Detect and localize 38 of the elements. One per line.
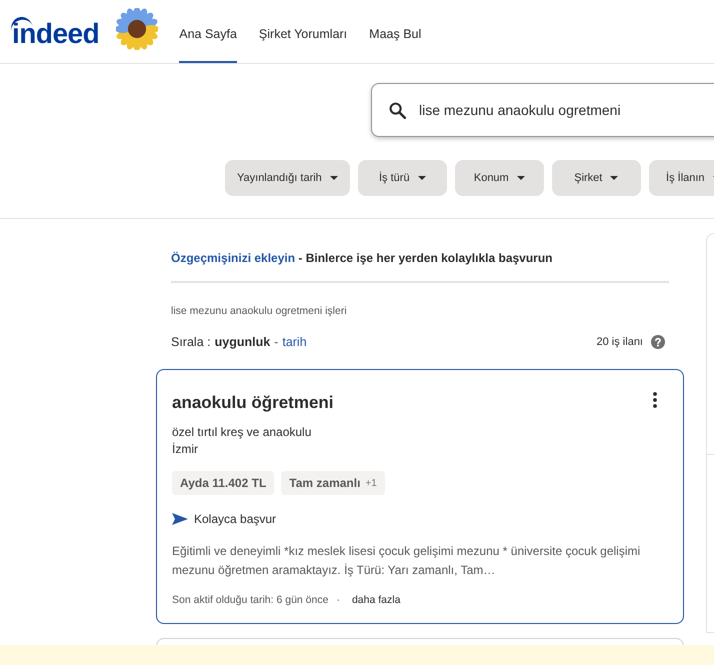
easy-apply-label: Kolayca başvur (194, 511, 276, 528)
job-title[interactable]: anaokulu öğretmeni (172, 391, 334, 415)
results-heading: lise mezunu anaokulu ogretmeni işleri (171, 304, 348, 319)
more-link[interactable]: daha fazla (352, 592, 400, 608)
activity-date: Son aktif olduğu tarih: 6 gün önce (172, 593, 328, 608)
salary-tag: Ayda 11.402 TL (172, 471, 274, 495)
sort-label: Sırala : (171, 335, 211, 349)
job-count: 20 iş ilanı (596, 336, 643, 348)
sort-option[interactable]: tarih (282, 335, 307, 349)
filter-dropdown[interactable]: İş İlanın (648, 160, 714, 196)
separator: - (274, 335, 278, 349)
caret-icon (330, 176, 338, 180)
filter-dropdown[interactable]: Konum (454, 160, 544, 196)
job-snippet: Eğitimli ve deneyimli *kız meslek lisesi çocuk gelişimi mezunu * üniversite çocuk gelişimi mezunu öğretmen aramaktayız. İş Türü: Yarı zamanlı, Tam… (172, 543, 642, 579)
nav-link[interactable]: Ana Sayfa (179, 0, 237, 63)
separator: · (336, 593, 340, 608)
tag-label: Tam zamanlı (289, 476, 360, 490)
sort-option[interactable]: uygunluk (214, 335, 270, 349)
caret-icon (610, 176, 618, 180)
filter-dropdown[interactable]: Yayınlandığı tarih (225, 160, 350, 196)
sunflower-icon (116, 8, 158, 50)
job-card[interactable] (156, 369, 684, 624)
search-icon (389, 102, 406, 118)
extra-count: +1 (365, 478, 377, 488)
filter-dropdown[interactable]: İş türü (358, 160, 447, 196)
nav-link[interactable]: Maaş Bul (369, 0, 422, 63)
more-options-icon[interactable] (653, 392, 657, 408)
help-icon[interactable] (651, 335, 665, 349)
search-field[interactable]: lise mezunu anaokulu ogretmeni (371, 83, 714, 137)
company-name: özel tırtıl kreş ve anaokulu (172, 424, 312, 441)
add-resume-link[interactable]: Özgeçmişinizi ekleyin (171, 251, 296, 265)
resume-prompt: Özgeçmişinizi ekleyin - Binlerce işe her yerden kolaylıkla başvurun (171, 250, 554, 267)
send-icon (172, 513, 188, 525)
job-location: İzmir (172, 441, 199, 458)
filter-dropdown[interactable]: Şirket (552, 160, 641, 196)
caret-icon (516, 176, 525, 180)
nav-link[interactable]: Şirket Yorumları (258, 0, 348, 63)
caret-icon (418, 176, 426, 180)
